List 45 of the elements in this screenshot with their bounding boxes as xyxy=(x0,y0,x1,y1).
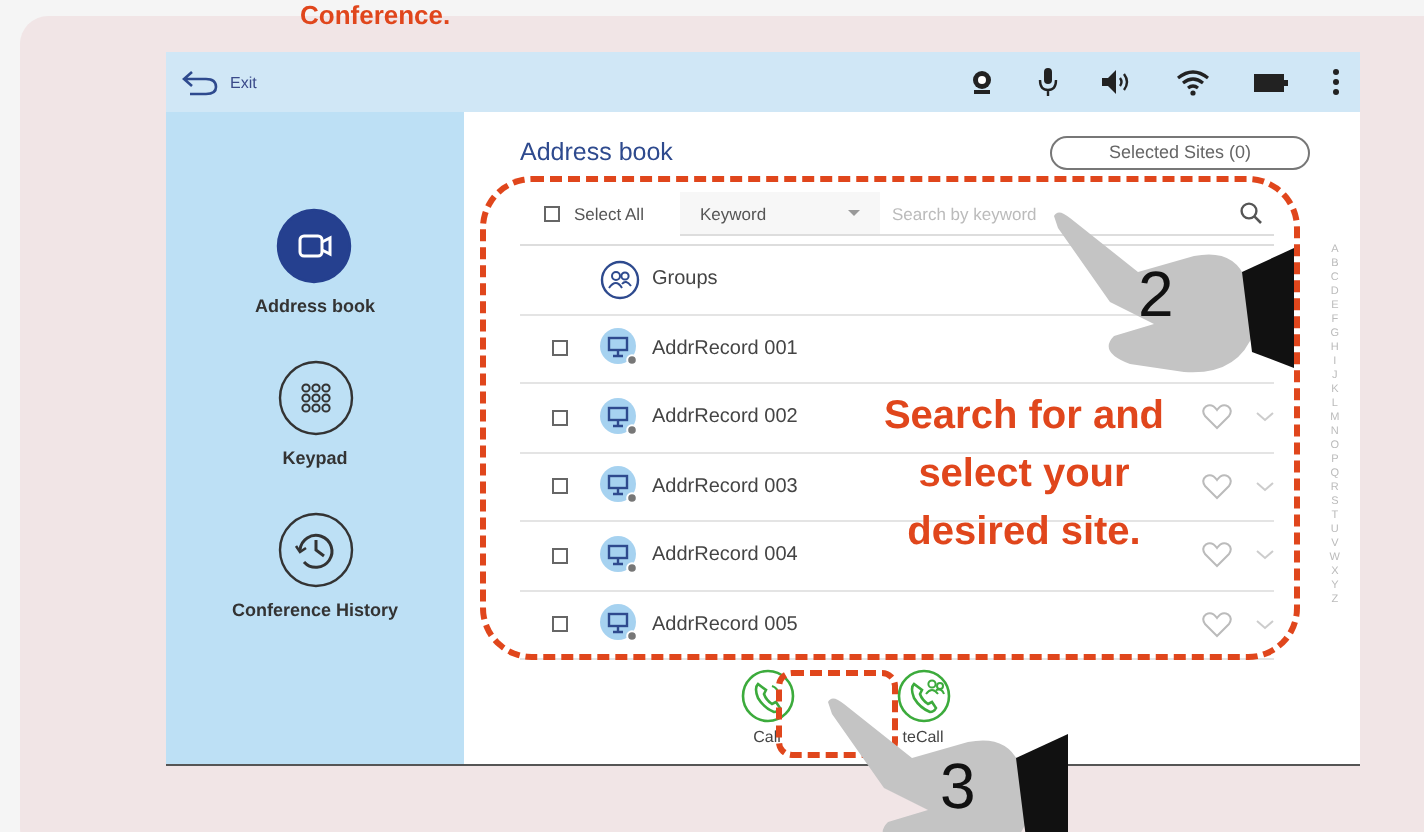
checkbox[interactable] xyxy=(552,478,568,495)
speaker-icon[interactable] xyxy=(1102,70,1132,94)
microphone-icon[interactable] xyxy=(1038,68,1058,96)
call-button[interactable]: teCall xyxy=(895,668,951,746)
monitor-icon xyxy=(600,397,640,438)
page-title: Address book xyxy=(520,138,673,166)
filter-dropdown[interactable]: Keyword xyxy=(680,192,880,236)
caret-icon xyxy=(848,210,860,216)
checkbox[interactable] xyxy=(552,616,568,633)
select-all-checkbox[interactable]: Select All xyxy=(544,204,680,224)
monitor-icon xyxy=(600,328,640,369)
keypad-icon xyxy=(277,360,353,436)
more-menu-icon[interactable] xyxy=(1332,68,1340,96)
search-icon xyxy=(1240,202,1262,224)
checkbox[interactable] xyxy=(552,547,568,564)
back-arrow-icon xyxy=(182,69,218,95)
battery-icon[interactable] xyxy=(1254,73,1288,91)
exit-button[interactable]: Exit xyxy=(182,69,257,95)
record-name: AddrRecord 003 xyxy=(652,475,798,498)
record-name: AddrRecord 001 xyxy=(652,337,798,360)
record-name: AddrRecord 005 xyxy=(652,613,798,636)
groups-label: Groups xyxy=(652,268,718,291)
video-camera-icon xyxy=(276,208,353,284)
phone-people-icon xyxy=(895,668,951,724)
webcam-icon[interactable] xyxy=(970,70,994,94)
clock-icon xyxy=(277,512,353,588)
monitor-icon xyxy=(600,535,640,576)
slide-heading: Conference. xyxy=(300,2,451,28)
checkbox[interactable] xyxy=(552,340,568,357)
step-number: 3 xyxy=(940,754,976,818)
record-name: AddrRecord 002 xyxy=(652,406,798,429)
people-icon xyxy=(600,259,640,300)
wifi-icon[interactable] xyxy=(1176,69,1210,95)
record-name: AddrRecord 004 xyxy=(652,544,798,567)
callout-text: Search for and select your desired site. xyxy=(881,392,1167,558)
phone-icon xyxy=(739,668,795,724)
step-number: 2 xyxy=(1138,262,1174,326)
sidebar-item[interactable]: Conference History xyxy=(231,512,399,620)
sidebar-item[interactable]: Keypad xyxy=(277,360,353,468)
selected-sites-button[interactable]: Selected Sites (0) xyxy=(1050,135,1310,169)
sidebar-item[interactable]: Address book xyxy=(254,208,375,316)
hand-pointer-icon xyxy=(828,698,1068,832)
monitor-icon xyxy=(600,466,640,507)
checkbox[interactable] xyxy=(552,409,568,426)
monitor-icon xyxy=(600,604,640,645)
